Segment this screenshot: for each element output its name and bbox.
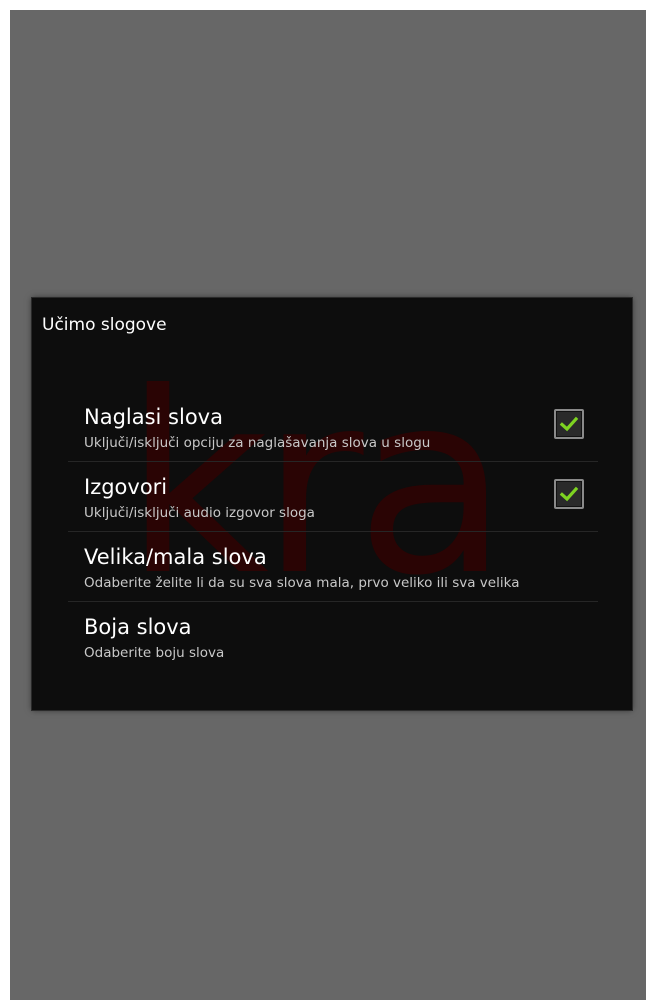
preference-title: Naglasi slova — [84, 405, 223, 429]
preference-item-velika-mala-slova[interactable]: Velika/mala slova Odaberite želite li da… — [68, 532, 598, 602]
settings-dialog: kra Učimo slogove Naglasi slova Uključi/… — [32, 298, 632, 710]
preference-summary: Uključi/isključi opciju za naglašavanja … — [84, 435, 431, 451]
preference-item-izgovori[interactable]: Izgovori Uključi/isključi audio izgovor … — [68, 462, 598, 532]
dialog-title: Učimo slogove — [42, 315, 167, 335]
check-icon — [559, 416, 579, 432]
izgovori-checkbox[interactable] — [554, 479, 584, 509]
preference-item-boja-slova[interactable]: Boja slova Odaberite boju slova — [68, 602, 598, 672]
preference-title: Izgovori — [84, 475, 168, 499]
naglasi-slova-checkbox[interactable] — [554, 409, 584, 439]
dimmed-background[interactable]: kra Učimo slogove Naglasi slova Uključi/… — [10, 10, 646, 1000]
preference-title: Boja slova — [84, 615, 192, 639]
check-icon — [559, 486, 579, 502]
preference-title: Velika/mala slova — [84, 545, 267, 569]
preference-summary: Odaberite želite li da su sva slova mala… — [84, 575, 520, 591]
preference-list: Naglasi slova Uključi/isključi opciju za… — [68, 392, 598, 672]
preference-summary: Uključi/isključi audio izgovor sloga — [84, 505, 315, 521]
preference-summary: Odaberite boju slova — [84, 645, 225, 661]
preference-item-naglasi-slova[interactable]: Naglasi slova Uključi/isključi opciju za… — [68, 392, 598, 462]
